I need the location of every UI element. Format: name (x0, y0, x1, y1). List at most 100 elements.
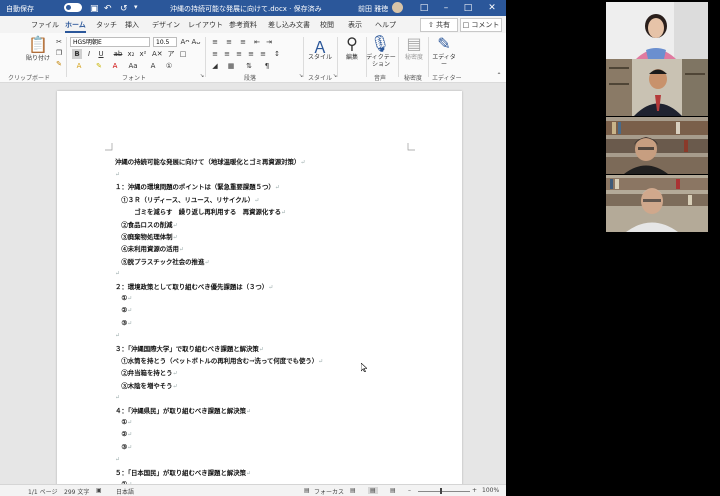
sort-icon[interactable]: ⇅ (244, 61, 254, 71)
font-name-box[interactable]: HGS明朝E (70, 37, 150, 47)
participant-video-1[interactable] (606, 2, 708, 59)
participant-video-3[interactable] (606, 117, 708, 174)
highlight-icon[interactable]: ✎ (94, 61, 104, 71)
strikethrough-button[interactable]: ab (113, 49, 123, 59)
multilevel-list-icon[interactable]: ≡ (238, 37, 248, 47)
participant-video-2[interactable] (606, 59, 708, 116)
paragraph-group-label: 段落 (244, 75, 257, 82)
customize-qat-icon[interactable]: ▾ (134, 3, 138, 11)
styles-launcher-icon[interactable]: ↘ (330, 71, 340, 81)
line-text: ④未利用資源の活用 (121, 245, 179, 254)
list-item: ③↵ (121, 319, 132, 327)
web-layout-icon[interactable]: ▤ (390, 487, 396, 494)
increase-indent-icon[interactable]: ⇥ (264, 37, 274, 47)
bold-button[interactable]: B (72, 49, 82, 59)
copy-icon[interactable]: ❐ (54, 48, 64, 58)
word-count[interactable]: 299 文字 (64, 487, 89, 496)
collapse-ribbon-icon[interactable]: ⌃ (494, 71, 504, 81)
tab-file[interactable]: ファイル (31, 20, 59, 30)
shading-icon[interactable]: ◢ (210, 61, 220, 71)
justify-icon[interactable]: ≡ (246, 49, 256, 59)
paragraph-mark: ↵ (172, 221, 178, 229)
font-size-box[interactable]: 10.5 (153, 37, 177, 47)
subscript-button[interactable]: x₂ (126, 49, 136, 59)
close-icon[interactable]: ✕ (482, 1, 502, 15)
format-painter-icon[interactable]: ✎ (54, 59, 64, 69)
numbering-icon[interactable]: ≡ (224, 37, 234, 47)
decrease-indent-icon[interactable]: ⇤ (252, 37, 262, 47)
underline-button[interactable]: U (96, 49, 106, 59)
minimize-icon[interactable]: – (436, 1, 456, 15)
maximize-icon[interactable]: □ (458, 1, 478, 15)
text-effects-icon[interactable]: A (74, 61, 84, 71)
undo-icon[interactable]: ↶ (104, 4, 112, 14)
language-status[interactable]: 日本語 (116, 487, 134, 496)
save-icon[interactable]: ▣ (90, 4, 99, 14)
superscript-button[interactable]: x² (138, 49, 148, 59)
shrink-font-icon[interactable]: Aᴗ (191, 37, 201, 47)
tab-insert[interactable]: 挿入 (125, 20, 139, 30)
tab-home[interactable]: ホーム (65, 20, 86, 33)
zoom-level[interactable]: 100% (482, 487, 499, 494)
editor-icon[interactable]: ✎ (432, 34, 456, 53)
line-text: ５：「日本国民」が取り組むべき課題と解決策 (115, 468, 247, 477)
page-count[interactable]: 1/1 ページ (28, 487, 57, 496)
empty-paragraph: ↵ (115, 455, 120, 463)
redo-icon[interactable]: ↺ (120, 4, 128, 14)
align-right-icon[interactable]: ≡ (234, 49, 244, 59)
phonetic-guide-icon[interactable]: ア (166, 49, 176, 59)
char-border-icon[interactable]: □ (178, 49, 188, 59)
ribbon-display-icon[interactable]: □ (414, 1, 434, 15)
zoom-slider[interactable] (418, 491, 470, 492)
distributed-icon[interactable]: ≡ (258, 49, 268, 59)
paragraph-mark: ↵ (318, 358, 324, 365)
tab-layout[interactable]: レイアウト (188, 20, 223, 30)
list-item: ②弁当箱を持とう↵ (121, 368, 177, 377)
participant-video-4[interactable] (606, 175, 708, 232)
list-item: ③↵ (121, 443, 132, 451)
section-heading: １：沖縄の環境問題のポイントは（緊急重要課題５つ）↵ (115, 182, 280, 191)
italic-button[interactable]: I (84, 49, 94, 59)
bullets-icon[interactable]: ≡ (210, 37, 220, 47)
edit-search-icon[interactable]: ⚲ (340, 34, 364, 53)
proofing-icon[interactable]: ▣ (96, 487, 102, 494)
paragraph-mark: ↵ (281, 209, 287, 217)
change-case-icon[interactable]: Aa (128, 61, 138, 71)
show-marks-icon[interactable]: ¶ (262, 61, 272, 71)
share-button[interactable]: ⇧ 共有 (420, 18, 458, 32)
borders-icon[interactable]: ▦ (226, 61, 236, 71)
comment-button[interactable]: □ コメント (460, 18, 502, 32)
tab-mailings[interactable]: 差し込み文書 (268, 20, 310, 30)
zoom-out-icon[interactable]: – (408, 487, 411, 494)
align-center-icon[interactable]: ≡ (222, 49, 232, 59)
tab-review[interactable]: 校閲 (320, 20, 334, 30)
tab-touch[interactable]: タッチ (96, 20, 117, 30)
zoom-slider-thumb[interactable] (440, 488, 442, 494)
cut-icon[interactable]: ✂ (54, 37, 64, 47)
clear-format-icon[interactable]: A✕ (152, 49, 163, 59)
user-avatar[interactable] (392, 2, 403, 13)
zoom-in-icon[interactable]: + (472, 487, 477, 494)
document-page[interactable]: 沖縄の持続可能な発展に向けて（地球温暖化とゴミ再資源対策）↵ ↵ １：沖縄の環境問… (57, 91, 462, 484)
participant-1-image (606, 2, 708, 59)
font-color-icon[interactable]: A (110, 61, 120, 71)
sensitivity-icon[interactable]: ▤ (402, 34, 426, 53)
tab-view[interactable]: 表示 (348, 20, 362, 30)
char-shading-icon[interactable]: A (148, 61, 158, 71)
read-mode-icon[interactable]: ▤ (350, 487, 356, 494)
align-left-icon[interactable]: ≡ (210, 49, 220, 59)
paragraph-launcher-icon[interactable]: ↘ (296, 71, 306, 81)
tab-references[interactable]: 参考資料 (229, 20, 257, 30)
print-layout-icon[interactable]: ▤ (368, 487, 378, 494)
focus-mode[interactable]: フォーカス (314, 487, 344, 496)
microphone-icon[interactable]: 🎙 (368, 34, 392, 53)
paragraph-mark: ↵ (115, 270, 121, 278)
autosave-toggle[interactable] (64, 3, 82, 12)
tab-help[interactable]: ヘルプ (375, 20, 396, 30)
enclose-char-icon[interactable]: ① (164, 61, 174, 71)
focus-icon[interactable]: ▤ (304, 487, 310, 494)
tab-design[interactable]: デザイン (152, 20, 180, 30)
line-spacing-icon[interactable]: ↕ (272, 49, 282, 59)
grow-font-icon[interactable]: Aᴖ (180, 37, 190, 47)
paste-icon[interactable]: 📋 (26, 35, 50, 54)
